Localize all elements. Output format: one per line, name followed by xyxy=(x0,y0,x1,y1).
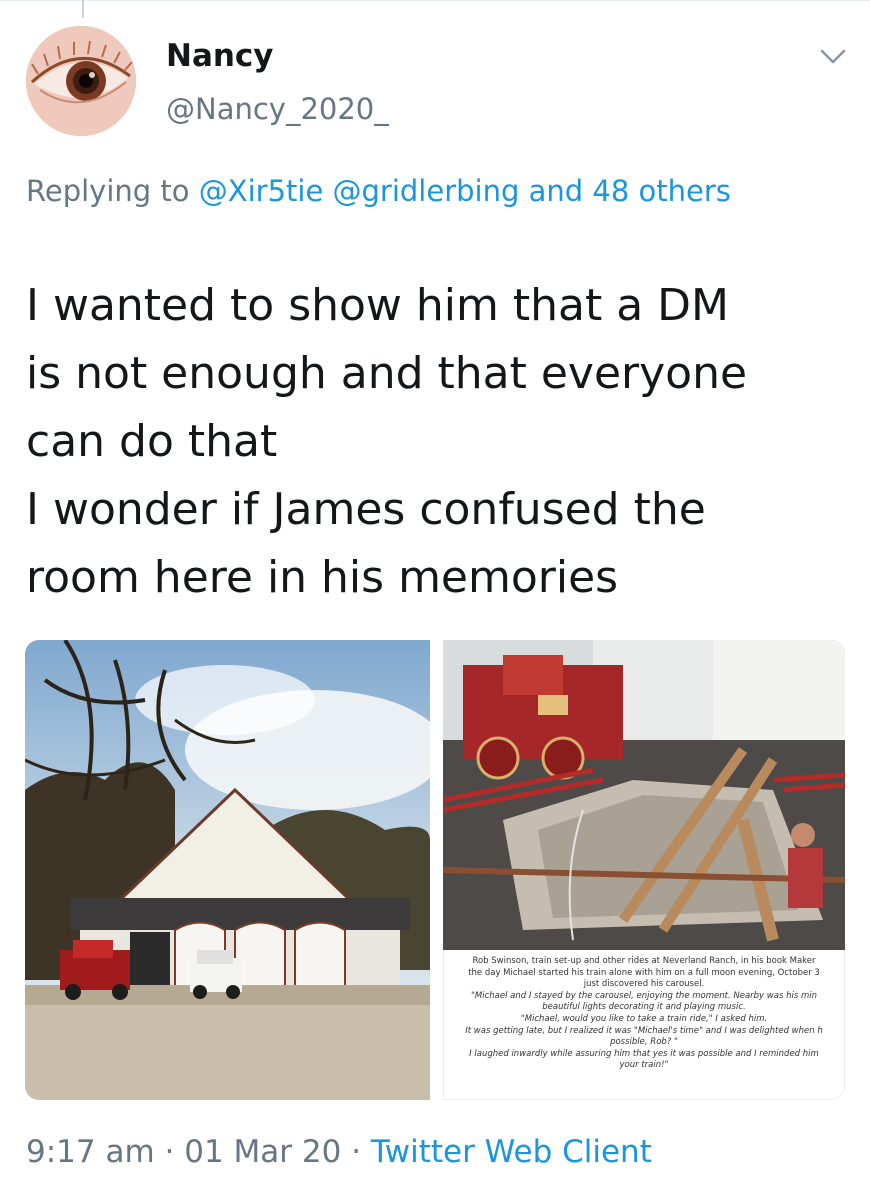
train-pit-photo xyxy=(443,640,845,950)
caption-line: just discovered his carousel. xyxy=(583,979,705,990)
client-link[interactable]: Twitter Web Client xyxy=(371,1134,652,1170)
caption-line: I laughed inwardly while assuring him th… xyxy=(469,1048,819,1059)
caption-line: your train!" xyxy=(619,1060,669,1071)
avatar-eye-image xyxy=(26,26,136,136)
author-display-name[interactable]: Nancy xyxy=(166,38,274,74)
caption-line: possible, Rob? " xyxy=(610,1037,678,1048)
media-image-left[interactable] xyxy=(25,640,430,1100)
image-caption: Rob Swinson, train set-up and other ride… xyxy=(443,952,845,1076)
tweet-text: I wanted to show him that a DM is not en… xyxy=(26,280,748,603)
author-handle[interactable]: @Nancy_2020_ xyxy=(166,92,389,126)
tweet-footer: 9:17 am · 01 Mar 20 · Twitter Web Client xyxy=(26,1134,652,1170)
caption-line: beautiful lights decorating it and playi… xyxy=(542,1002,746,1013)
chevron-down-icon[interactable] xyxy=(818,46,848,68)
locomotive xyxy=(463,655,623,780)
mention-connector: and xyxy=(528,174,584,208)
top-divider xyxy=(0,0,870,1)
tweet-date[interactable]: 01 Mar 20 xyxy=(184,1134,341,1170)
avatar[interactable] xyxy=(26,26,136,136)
separator: · xyxy=(351,1134,362,1170)
barn-photo xyxy=(25,640,430,1100)
mention-link[interactable]: @gridlerbing xyxy=(333,174,520,208)
caption-line: the day Michael started his train alone … xyxy=(468,967,820,978)
tweet-time[interactable]: 9:17 am xyxy=(26,1134,155,1170)
caption-line: "Michael, would you like to take a train… xyxy=(520,1013,768,1024)
others-link[interactable]: 48 others xyxy=(592,174,731,208)
media-image-right[interactable]: Rob Swinson, train set-up and other ride… xyxy=(443,640,845,1100)
replying-to-label: Replying to xyxy=(26,174,190,208)
tweet: Nancy @Nancy_2020_ Replying to @Xir5tie … xyxy=(0,0,870,1200)
caption-line: "Michael and I stayed by the carousel, e… xyxy=(470,990,817,1001)
separator: · xyxy=(164,1134,175,1170)
thread-connector xyxy=(82,0,84,18)
replying-to: Replying to @Xir5tie @gridlerbing and 48… xyxy=(26,166,786,216)
mention-link[interactable]: @Xir5tie xyxy=(199,174,324,208)
caption-line: It was getting late, but I realized it w… xyxy=(465,1025,823,1036)
caption-line: Rob Swinson, train set-up and other ride… xyxy=(472,956,816,966)
